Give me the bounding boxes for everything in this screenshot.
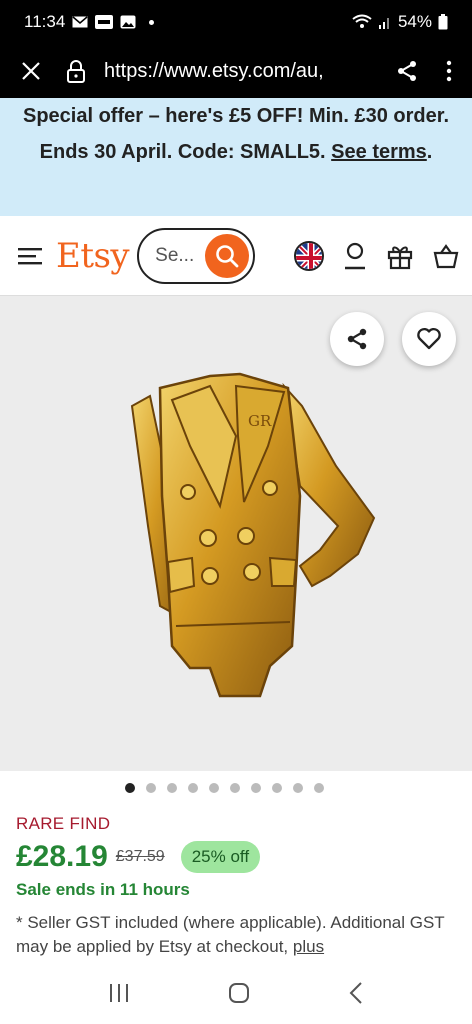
status-time: 11:34	[24, 12, 66, 31]
promo-period: .	[426, 141, 433, 163]
menu-icon[interactable]	[18, 246, 42, 266]
search-input[interactable]: Se...	[137, 227, 256, 284]
ring-app-icon	[95, 15, 114, 29]
image-notification-icon	[120, 15, 136, 29]
share-icon[interactable]	[396, 60, 418, 82]
system-nav-bar	[0, 962, 472, 1024]
status-bar: 11:34 54%	[0, 0, 472, 44]
pagination-dot[interactable]	[124, 783, 135, 793]
pagination-dot[interactable]	[208, 783, 219, 793]
gift-icon[interactable]	[386, 242, 414, 270]
sale-ends-text: Sale ends in 11 hours	[16, 880, 190, 899]
see-terms-link[interactable]: See terms	[331, 141, 427, 163]
home-icon[interactable]	[227, 981, 251, 1005]
gst-more-link[interactable]: plus	[293, 937, 324, 956]
original-price: £37.59	[115, 848, 165, 865]
close-icon[interactable]	[20, 60, 42, 82]
more-notifications-dot	[149, 19, 155, 25]
recent-apps-icon[interactable]	[108, 982, 130, 1004]
search-button[interactable]	[205, 233, 250, 278]
rare-find-label: RARE FIND	[16, 814, 111, 833]
battery-icon	[438, 14, 448, 30]
search-placeholder: Se...	[155, 244, 195, 266]
share-icon	[347, 328, 367, 350]
battery-percent: 54%	[397, 12, 432, 31]
etsy-logo[interactable]: Etsy	[56, 236, 130, 276]
gst-note: * Seller GST included (where applicable)…	[16, 911, 456, 959]
browser-toolbar: https://www.etsy.com/au,	[0, 44, 472, 98]
cart-icon[interactable]	[432, 243, 460, 269]
gallery-pagination[interactable]	[0, 783, 472, 793]
site-header: Etsy Se...	[0, 216, 472, 296]
pagination-dot[interactable]	[229, 783, 240, 793]
current-price: £28.19	[16, 840, 108, 873]
account-icon[interactable]	[342, 242, 368, 270]
more-vert-icon[interactable]	[446, 60, 452, 82]
price-row: £28.19 £37.59 25% off	[16, 840, 261, 874]
favorite-button[interactable]	[402, 312, 456, 366]
back-icon[interactable]	[348, 981, 364, 1005]
product-image-gallery[interactable]: GR	[0, 296, 472, 771]
promo-banner: Special offer – here's £5 OFF! Min. £30 …	[0, 98, 472, 216]
pagination-dot[interactable]	[292, 783, 303, 793]
pagination-dot[interactable]	[271, 783, 282, 793]
url-text[interactable]: https://www.etsy.com/au,	[104, 60, 354, 83]
mail-icon	[72, 16, 88, 28]
gst-note-text: * Seller GST included (where applicable)…	[16, 913, 445, 956]
pagination-dot[interactable]	[166, 783, 177, 793]
signal-icon	[378, 15, 392, 29]
search-icon	[216, 244, 239, 267]
lock-icon[interactable]	[66, 59, 86, 83]
pagination-dot[interactable]	[187, 783, 198, 793]
heart-icon	[417, 327, 441, 350]
pagination-dot[interactable]	[313, 783, 324, 793]
pagination-dot[interactable]	[250, 783, 261, 793]
product-image: GR	[130, 372, 376, 698]
share-button[interactable]	[330, 312, 384, 366]
wifi-icon	[352, 14, 372, 30]
pagination-dot[interactable]	[145, 783, 156, 793]
discount-badge: 25% off	[180, 841, 261, 873]
uk-flag-icon[interactable]	[294, 240, 324, 271]
svg-text:GR: GR	[248, 412, 272, 430]
